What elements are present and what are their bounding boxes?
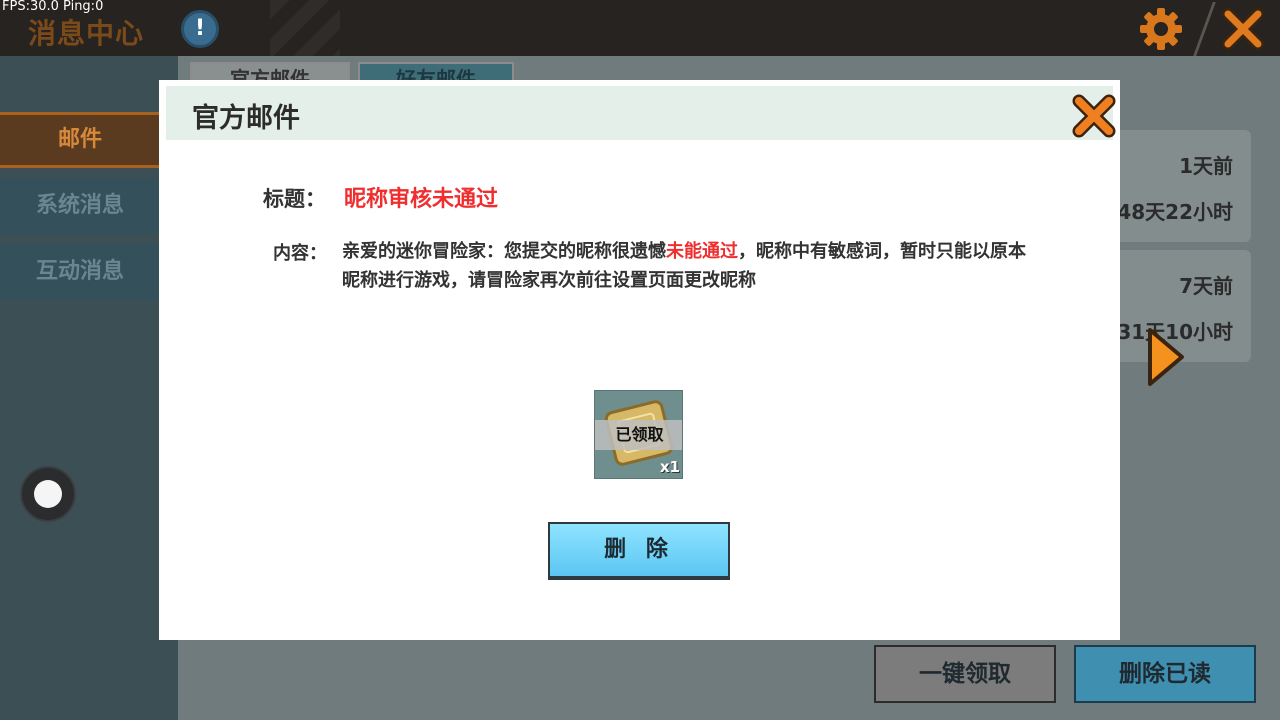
content-highlight: 未能通过 — [666, 241, 738, 262]
content-text: 亲爱的迷你冒险家：您提交的昵称很遗憾 — [342, 241, 666, 262]
mail-received-time: 1天前 — [1179, 154, 1233, 178]
top-bar-decoration — [270, 0, 340, 56]
mail-list-item[interactable]: 1天前 48天22小时 — [1105, 130, 1251, 242]
content-label: 内容： — [273, 243, 327, 264]
sidebar: 邮件 系统消息 互动消息 — [0, 56, 178, 720]
close-icon[interactable] — [1072, 94, 1116, 138]
mail-received-time: 7天前 — [1179, 274, 1233, 298]
top-bar: 消息中心 ! — [0, 0, 1280, 56]
claim-all-button[interactable]: 一键领取 — [874, 645, 1056, 703]
topbar-divider — [1193, 2, 1216, 56]
page-title: 消息中心 — [28, 17, 145, 50]
sidebar-item-interaction-messages[interactable]: 互动消息 — [0, 244, 160, 300]
next-arrow-icon[interactable] — [1146, 326, 1186, 388]
dialog-header: 官方邮件 — [166, 86, 1116, 140]
fps-ping-readout: FPS:30.0 Ping:0 — [2, 0, 104, 14]
subject-value: 昵称审核未通过 — [344, 187, 499, 212]
delete-read-button[interactable]: 删除已读 — [1074, 645, 1256, 703]
delete-button[interactable]: 删 除 — [548, 522, 730, 580]
mail-content: 亲爱的迷你冒险家：您提交的昵称很遗憾未能通过，昵称中有敏感词，暂时只能以原本昵称… — [342, 237, 1032, 295]
close-icon[interactable] — [1222, 8, 1264, 50]
sidebar-item-system-messages[interactable]: 系统消息 — [0, 178, 160, 234]
dialog-title: 官方邮件 — [192, 103, 300, 134]
reward-count: x1 — [659, 458, 680, 476]
subject-label: 标题： — [263, 187, 326, 211]
info-icon[interactable]: ! — [181, 10, 219, 48]
mail-expire-time: 48天22小时 — [1117, 200, 1233, 224]
reward-item-slot[interactable]: 已领取 x1 — [594, 390, 683, 479]
claimed-badge: 已领取 — [595, 420, 682, 450]
gear-icon[interactable] — [1138, 6, 1184, 52]
sidebar-item-mail[interactable]: 邮件 — [0, 112, 160, 168]
mail-detail-dialog: 官方邮件 标题： 昵称审核未通过 内容： 亲爱的迷你冒险家：您提交的昵称很遗憾未… — [159, 80, 1120, 640]
floating-joystick[interactable] — [20, 466, 76, 522]
